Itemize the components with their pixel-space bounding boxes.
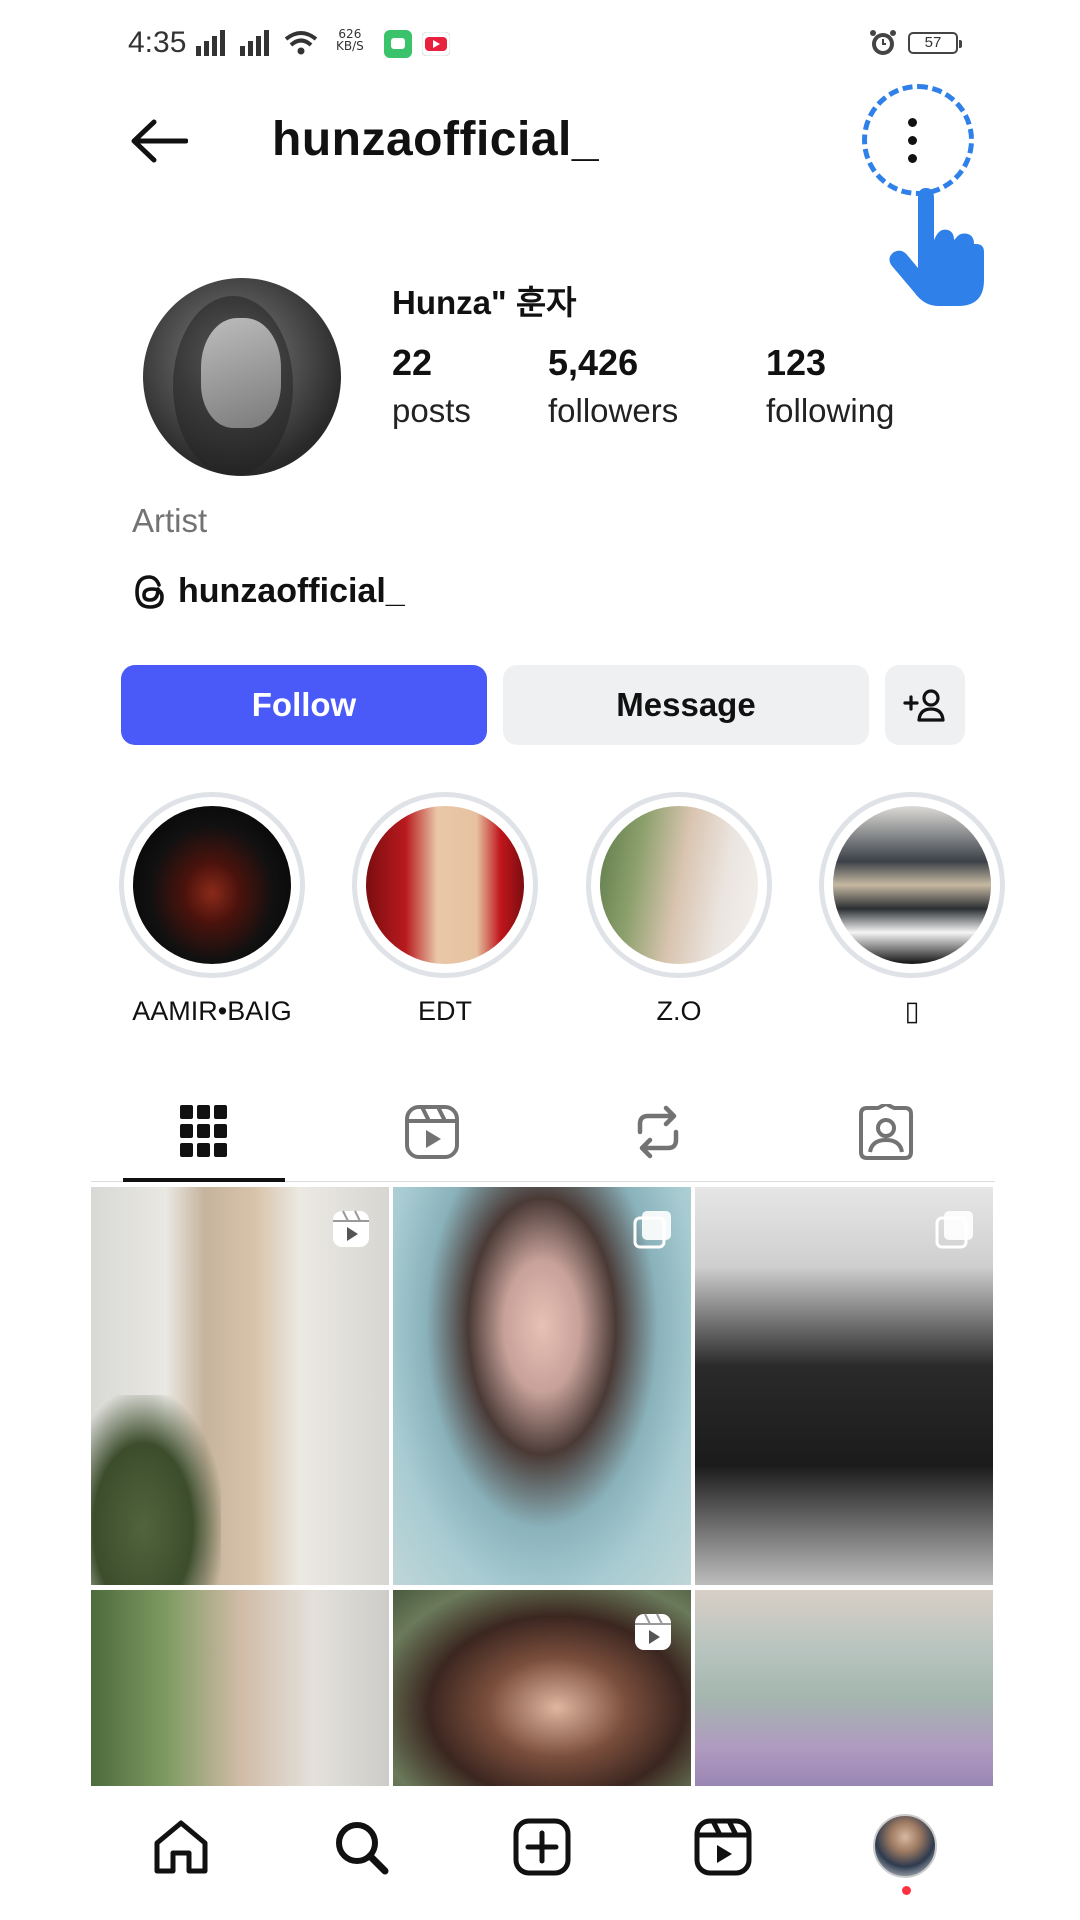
followers-label[interactable]: followers [548,392,678,430]
post-thumbnail[interactable] [695,1187,993,1585]
threads-icon [135,574,164,609]
nav-reels[interactable] [688,1812,758,1882]
nav-home[interactable] [146,1812,216,1882]
post-thumbnail[interactable] [91,1590,389,1786]
notification-dot [902,1886,911,1895]
posts-count[interactable]: 22 [392,342,432,384]
tap-hand-icon [888,188,984,311]
active-tab-indicator [123,1178,285,1182]
highlight-item[interactable]: AAMIR•BAIG [119,792,305,1027]
highlight-label: AAMIR•BAIG [132,996,292,1026]
create-post-icon [513,1818,571,1876]
tab-posts-grid[interactable] [124,1092,284,1172]
threads-handle: hunzaofficial_ [178,572,405,610]
grid-icon [180,1105,227,1157]
highlight-item[interactable]: Z.O [586,792,772,1027]
highlight-cover [133,806,291,964]
more-options-icon[interactable] [908,118,918,172]
highlight-item[interactable]: ▯ [819,792,1005,1027]
suggest-people-button[interactable] [885,665,965,745]
tutorial-highlight-ring [862,84,974,196]
reel-badge-icon [333,1210,369,1247]
alarm-icon [868,28,898,63]
highlight-cover [600,806,758,964]
signal-icon [196,30,225,56]
message-button[interactable]: Message [503,665,869,745]
post-thumbnail[interactable] [393,1187,691,1585]
add-person-icon [903,689,945,722]
post-thumbnail[interactable] [91,1187,389,1585]
net-speed: 626 KB/S [336,27,364,53]
highlight-label: ▯ [904,996,920,1026]
youtube-icon [421,31,451,61]
nav-create[interactable] [507,1812,577,1882]
nav-search[interactable] [326,1812,396,1882]
profile-avatar[interactable] [143,278,341,476]
home-icon [154,1820,208,1874]
nav-profile-avatar[interactable] [873,1814,937,1878]
chat-app-icon [384,30,412,63]
signal-icons [196,30,318,56]
follow-button[interactable]: Follow [121,665,487,745]
highlight-item[interactable]: EDT [352,792,538,1027]
reels-icon [405,1105,459,1159]
posts-label[interactable]: posts [392,392,471,430]
highlight-label: Z.O [656,996,702,1026]
repost-icon [637,1105,679,1159]
post-thumbnail[interactable] [393,1590,691,1786]
profile-username-title: hunzaofficial_ [272,113,600,166]
tab-reposts[interactable] [578,1092,738,1172]
tab-reels[interactable] [352,1092,512,1172]
signal-icon-2 [240,30,269,56]
status-time: 4:35 [128,26,187,59]
highlight-cover [366,806,524,964]
highlight-label: EDT [418,996,472,1026]
carousel-badge-icon [633,1211,671,1249]
carousel-badge-icon [935,1211,973,1249]
display-name: Hunza" 훈자 [392,284,577,321]
tab-tagged[interactable] [806,1092,966,1172]
following-label[interactable]: following [766,392,894,430]
reel-badge-icon [635,1613,671,1650]
post-thumbnail[interactable] [695,1590,993,1786]
following-count[interactable]: 123 [766,342,826,384]
reels-icon [694,1818,752,1876]
back-arrow-icon[interactable] [130,118,189,169]
search-icon [336,1822,389,1875]
followers-count[interactable]: 5,426 [548,342,638,384]
profile-category: Artist [132,502,208,539]
tagged-person-icon [859,1104,913,1160]
battery-indicator: 57 [908,32,962,54]
wifi-icon [284,31,318,55]
threads-link[interactable]: hunzaofficial_ [132,572,405,611]
highlight-cover [833,806,991,964]
